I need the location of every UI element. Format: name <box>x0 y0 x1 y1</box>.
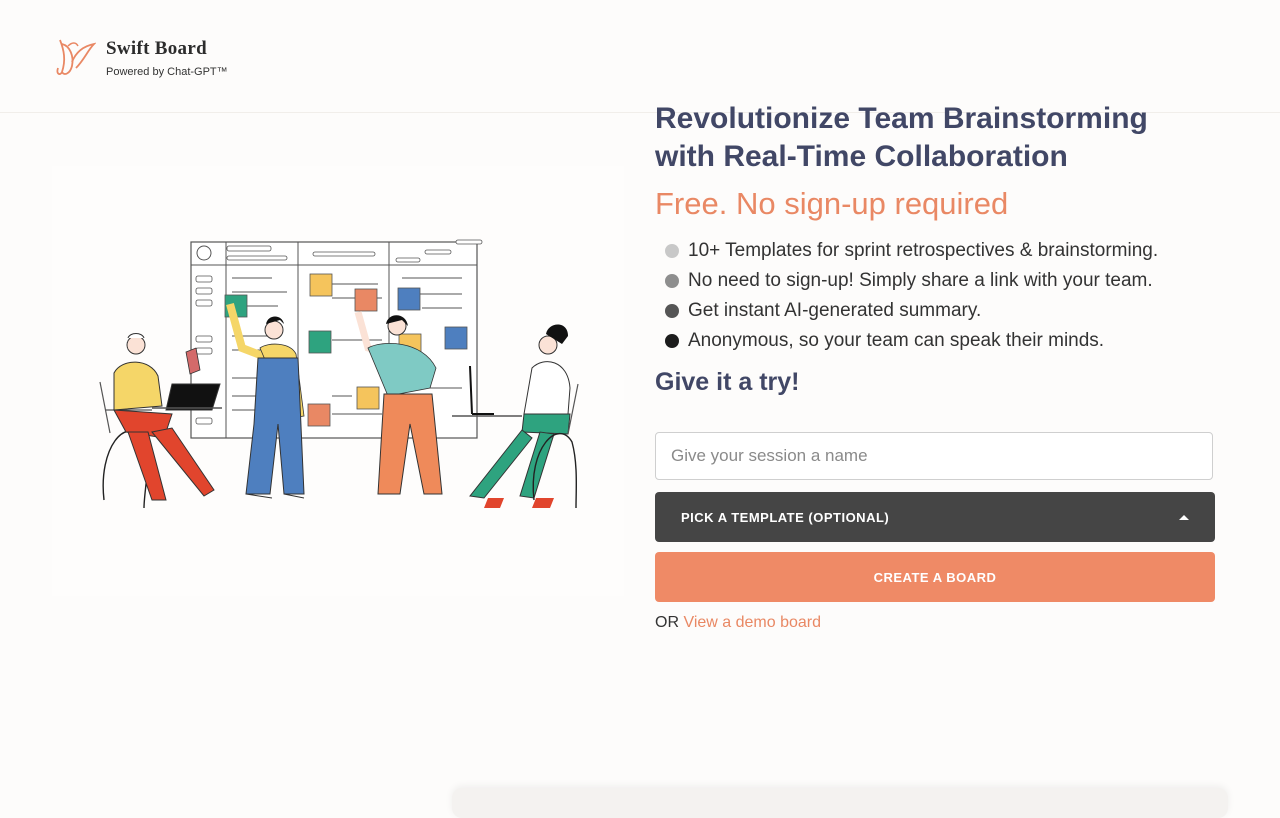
session-name-input[interactable] <box>655 432 1213 480</box>
feature-item: Anonymous, so your team can speak their … <box>655 326 1235 356</box>
demo-line: OR View a demo board <box>655 614 821 632</box>
brand: Swift Board Powered by Chat-GPT™ <box>106 38 228 78</box>
brand-tagline: Powered by Chat-GPT™ <box>106 66 228 78</box>
hero-title: Revolutionize Team Brainstorming with Re… <box>655 100 1235 176</box>
bullet-dot-icon <box>665 274 679 288</box>
feature-text: Anonymous, so your team can speak their … <box>688 330 1105 351</box>
feature-item: Get instant AI-generated summary. <box>655 296 1235 326</box>
hero-title-line1: Revolutionize Team Brainstorming <box>655 102 1148 135</box>
hero-title-line2: with Real-Time Collaboration <box>655 140 1068 173</box>
team-brainstorm-illustration <box>99 239 579 509</box>
feature-list: 10+ Templates for sprint retrospectives … <box>655 236 1235 356</box>
feature-text: Get instant AI-generated summary. <box>688 300 982 321</box>
feature-text: No need to sign-up! Simply share a link … <box>688 270 1153 291</box>
create-board-button[interactable]: CREATE A BOARD <box>655 552 1215 602</box>
hero-subtitle: Free. No sign-up required <box>655 186 1009 221</box>
template-select-label: PICK A TEMPLATE (OPTIONAL) <box>681 509 890 525</box>
hero-content: Revolutionize Team Brainstorming with Re… <box>655 96 1235 397</box>
or-text: OR <box>655 614 679 631</box>
bird-logo-icon <box>56 39 96 75</box>
feature-item: 10+ Templates for sprint retrospectives … <box>655 236 1235 266</box>
create-board-label: CREATE A BOARD <box>873 569 997 585</box>
feature-item: No need to sign-up! Simply share a link … <box>655 266 1235 296</box>
view-demo-link[interactable]: View a demo board <box>683 614 821 631</box>
bullet-dot-icon <box>665 304 679 318</box>
browser-preview-image <box>452 788 1228 818</box>
bullet-dot-icon <box>665 244 679 258</box>
try-heading: Give it a try! <box>655 368 800 396</box>
template-select[interactable]: PICK A TEMPLATE (OPTIONAL) <box>655 492 1215 542</box>
bullet-dot-icon <box>665 334 679 348</box>
caret-up-icon <box>1179 514 1189 520</box>
feature-text: 10+ Templates for sprint retrospectives … <box>688 240 1159 261</box>
logo[interactable]: Swift Board Powered by Chat-GPT™ <box>54 36 228 78</box>
brand-name: Swift Board <box>106 38 207 59</box>
